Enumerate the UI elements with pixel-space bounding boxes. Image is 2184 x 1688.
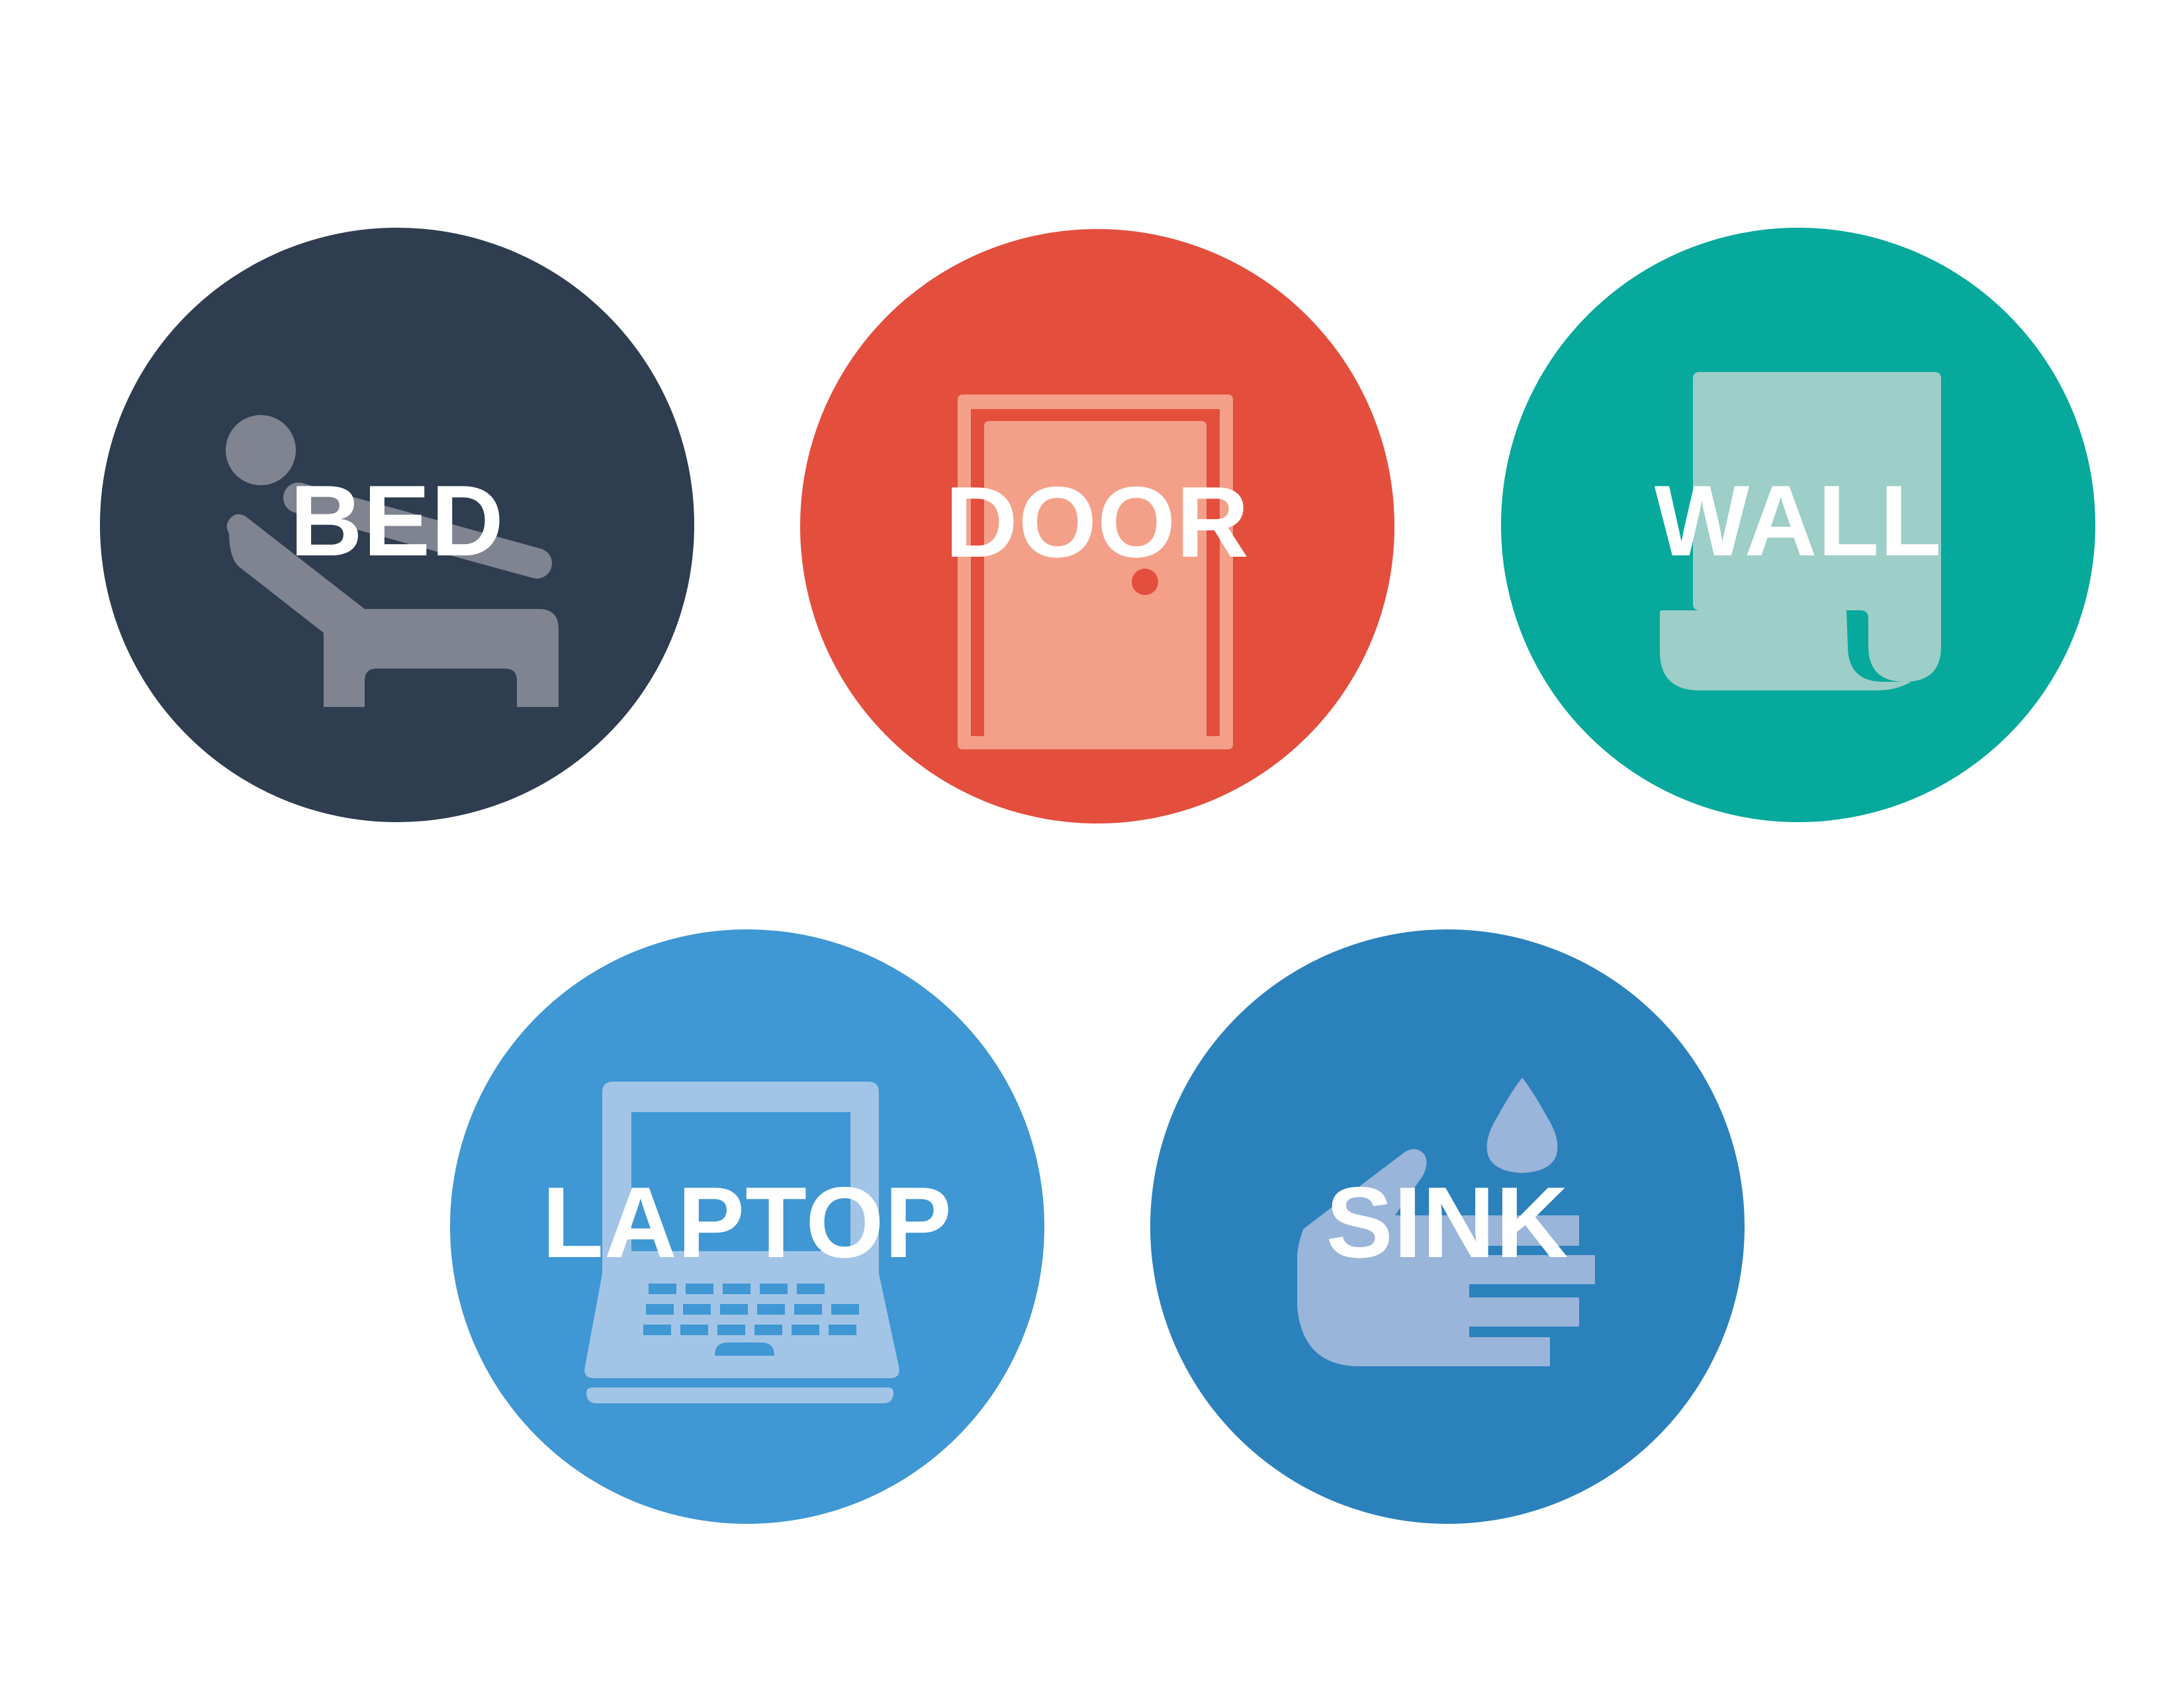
bed-tile: BED	[100, 228, 694, 822]
laptop-tile: LAPTOP	[450, 929, 1044, 1524]
sink-label: SINK	[1326, 1166, 1569, 1279]
laptop-label: LAPTOP	[542, 1166, 952, 1279]
bed-label: BED	[290, 465, 504, 577]
door-label: DOOR	[945, 466, 1250, 579]
wall-label: WALL	[1654, 465, 1942, 577]
door-tile: DOOR	[800, 229, 1394, 823]
wall-tile: WALL	[1501, 228, 2095, 822]
sink-tile: SINK	[1150, 929, 1745, 1524]
